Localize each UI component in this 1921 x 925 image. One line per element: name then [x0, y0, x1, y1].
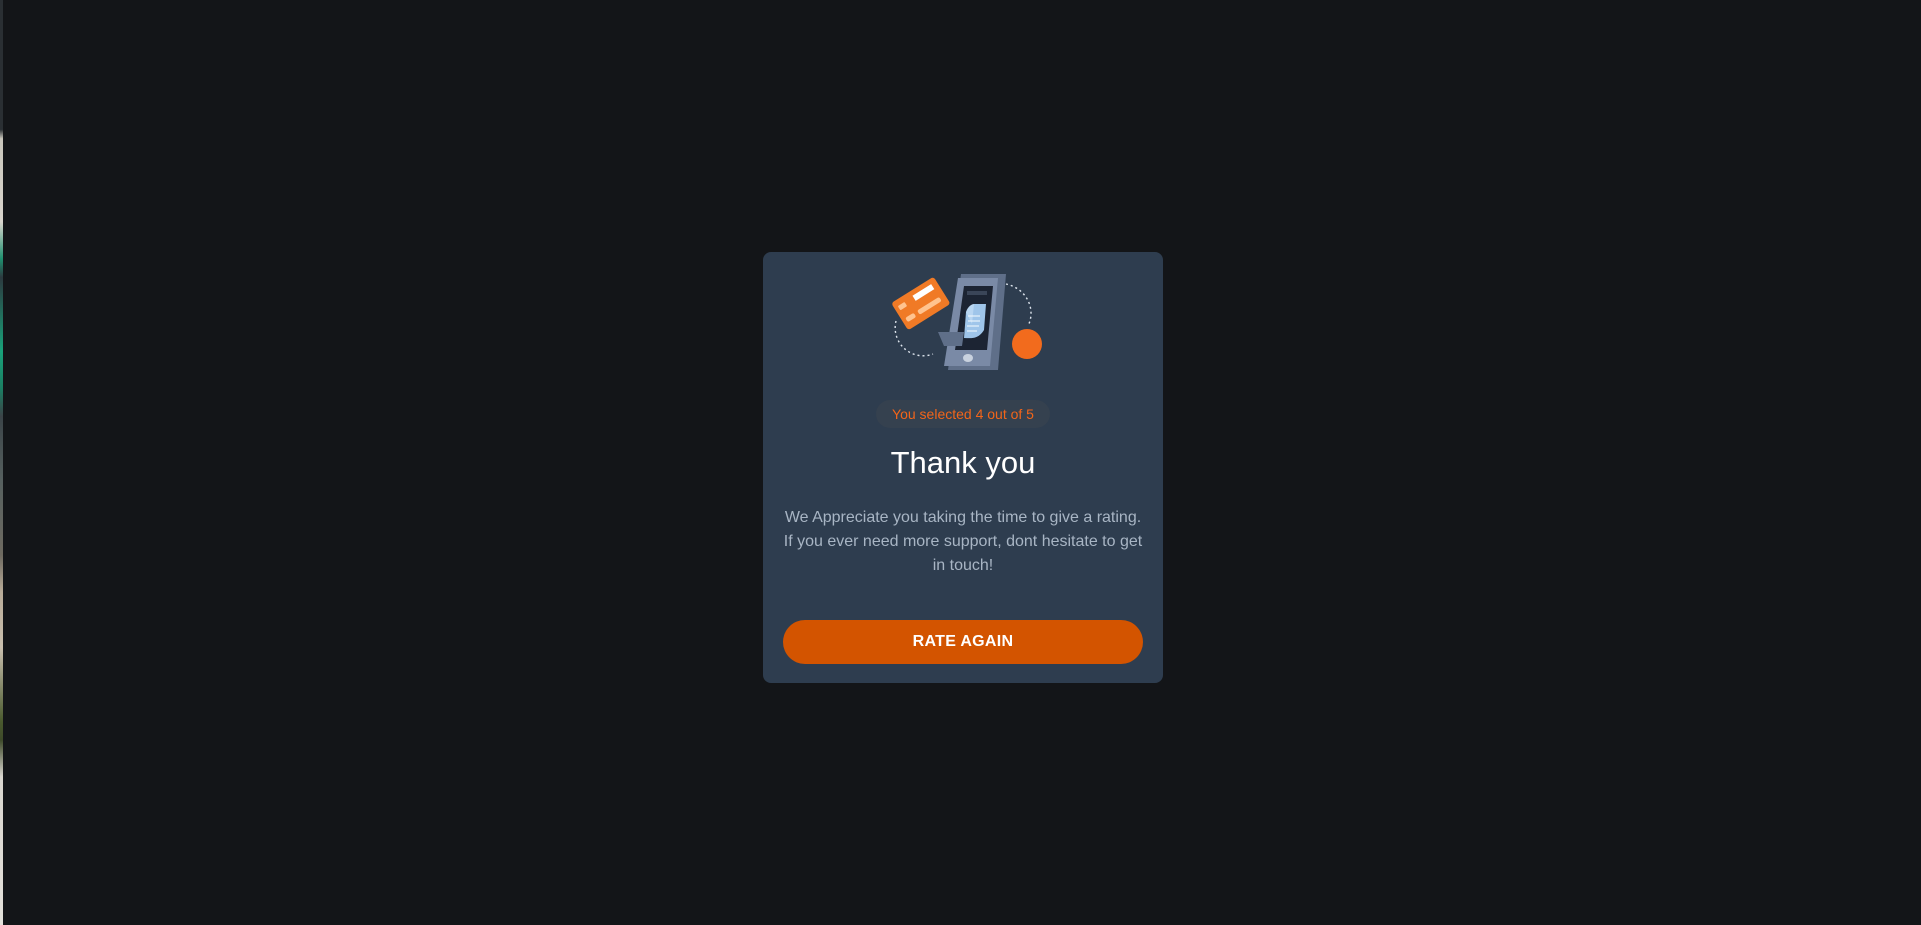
- dialog-title: Thank you: [890, 445, 1036, 480]
- selected-rating-badge: You selected 4 out of 5: [876, 400, 1050, 428]
- rate-again-button[interactable]: RATE AGAIN: [783, 620, 1143, 664]
- phone-receipt-card-illustration: [878, 266, 1048, 378]
- rating-thank-you-card: You selected 4 out of 5 Thank you We App…: [763, 252, 1163, 683]
- thank-you-message: We Appreciate you taking the time to giv…: [783, 509, 1143, 574]
- background-window-edge: [0, 0, 3, 925]
